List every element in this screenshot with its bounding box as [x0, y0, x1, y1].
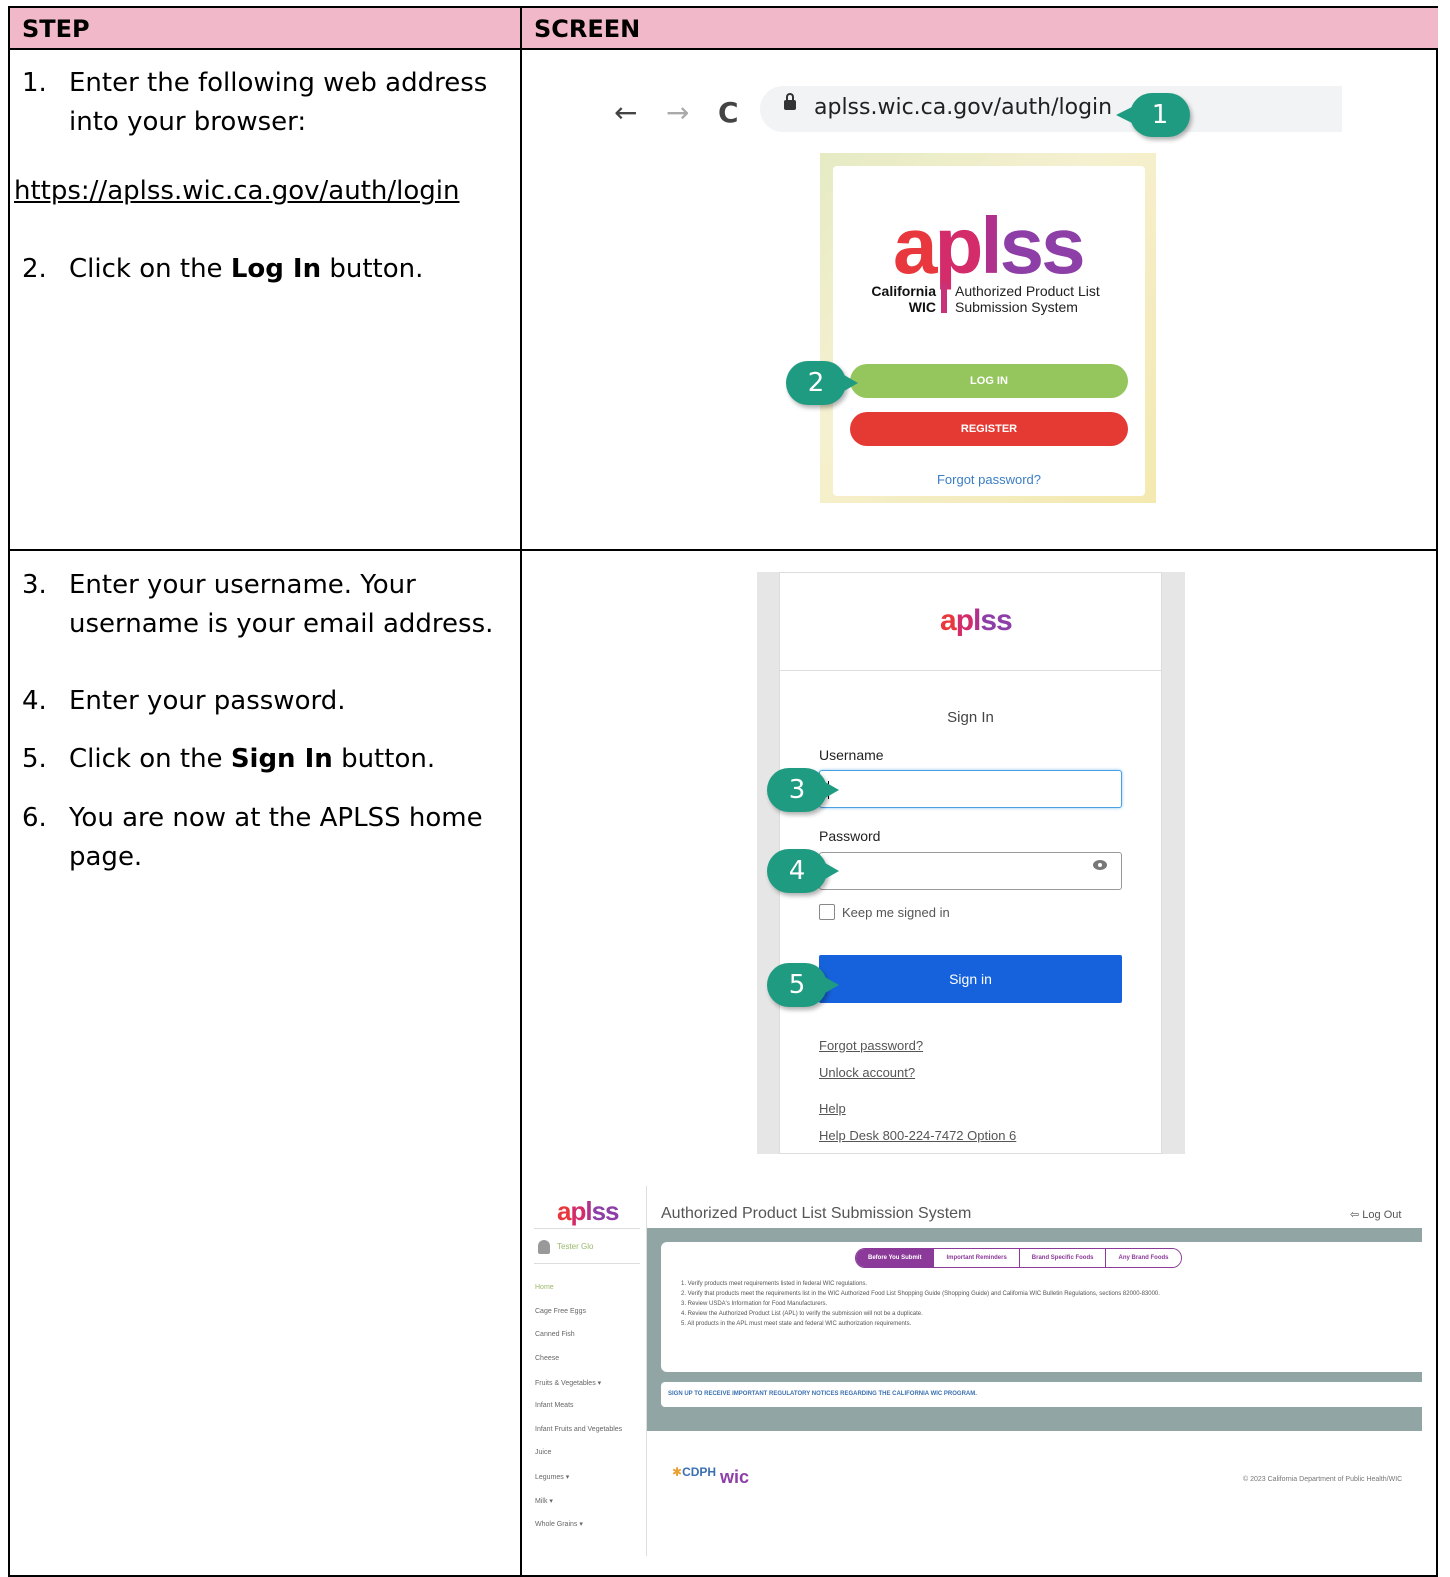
header-step: STEP [10, 8, 520, 50]
california-wic-label: California WIC [871, 283, 936, 315]
home-tabs: Before You Submit Important Reminders Br… [855, 1248, 1182, 1268]
step-1: 1. Enter the following web address into … [22, 68, 488, 137]
sidebar-item-cheese[interactable]: Cheese [535, 1355, 559, 1362]
tab-brand-specific-foods[interactable]: Brand Specific Foods [1018, 1249, 1106, 1267]
username-input[interactable] [819, 770, 1122, 808]
signup-notice-link[interactable]: SIGN UP TO RECEIVE IMPORTANT REGULATORY … [661, 1382, 1422, 1407]
login-url-link[interactable]: https://aplss.wic.ca.gov/auth/login [14, 176, 460, 206]
logo-subtitle: Authorized Product List Submission Syste… [955, 283, 1100, 315]
step-5: 5. Click on the Sign In button. [22, 744, 436, 774]
sidebar-item-infant-fruits-vegetables[interactable]: Infant Fruits and Vegetables [535, 1426, 622, 1433]
tab-before-you-submit[interactable]: Before You Submit [856, 1249, 934, 1267]
callout-4: 4 [767, 849, 839, 893]
sidebar-item-milk[interactable]: Milk ▾ [535, 1497, 553, 1505]
column-divider [520, 50, 522, 1575]
user-name: Tester Glo [557, 1242, 594, 1251]
list-item: 1. Verify products meet requirements lis… [681, 1281, 868, 1287]
home-title: Authorized Product List Submission Syste… [661, 1205, 972, 1222]
sidebar-item-fruits-vegetables[interactable]: Fruits & Vegetables ▾ [535, 1379, 601, 1387]
signin-divider [779, 670, 1162, 671]
okta-forgot-password-link[interactable]: Forgot password? [819, 1038, 923, 1053]
step-4: 4. Enter your password. [22, 686, 346, 716]
sidebar-item-whole-grains[interactable]: Whole Grains ▾ [535, 1520, 583, 1528]
step-2: 2. Click on the Log In button. [22, 254, 424, 284]
step-6: 6. You are now at the APLSS home page. [22, 803, 483, 872]
logout-button[interactable]: ⇦ Log Out [1350, 1208, 1401, 1221]
callout-3: 3 [767, 768, 839, 812]
tab-important-reminders[interactable]: Important Reminders [933, 1249, 1019, 1267]
signin-button[interactable]: Sign in [819, 955, 1122, 1003]
login-button[interactable]: LOG IN [850, 364, 1128, 398]
logo-divider [941, 283, 947, 313]
signin-logo: aplss [940, 604, 1013, 637]
tab-any-brand-foods[interactable]: Any Brand Foods [1105, 1249, 1181, 1267]
callout-2: 2 [786, 361, 858, 405]
sidebar-item-cage-free-eggs[interactable]: Cage Free Eggs [535, 1308, 586, 1315]
sidebar-item-home[interactable]: Home [535, 1284, 554, 1291]
callout-1: 1 [1116, 93, 1190, 137]
header-screen: SCREEN [520, 8, 1438, 50]
forward-arrow-icon[interactable]: → [666, 96, 689, 129]
sidebar-item-infant-meats[interactable]: Infant Meats [535, 1402, 574, 1409]
sidebar-item-juice[interactable]: Juice [535, 1449, 551, 1456]
back-arrow-icon[interactable]: ← [614, 96, 637, 129]
avatar [538, 1240, 550, 1254]
help-desk-link[interactable]: Help Desk 800-224-7472 Option 6 [819, 1128, 1016, 1143]
before-submit-list: 1. Verify products meet requirements lis… [681, 1279, 1381, 1329]
reload-icon[interactable]: C [718, 96, 739, 129]
wic-logo: wic [720, 1467, 750, 1487]
address-url: aplss.wic.ca.gov/auth/login [814, 95, 1113, 120]
eye-icon[interactable] [1093, 860, 1107, 870]
copyright: © 2023 California Department of Public H… [1243, 1476, 1403, 1483]
list-item: 3. Review USDA's Information for Food Ma… [681, 1301, 828, 1307]
password-label: Password [819, 828, 881, 844]
keep-signed-in-label: Keep me signed in [842, 905, 950, 920]
logout-icon: ⇦ [1350, 1209, 1363, 1221]
step-3: 3. Enter your username. Your username is… [22, 570, 494, 639]
signin-title: Sign In [947, 709, 994, 726]
password-input[interactable] [819, 852, 1122, 890]
cdph-logo: ✱CDPH [672, 1465, 717, 1479]
lock-icon [784, 93, 796, 110]
row-divider [10, 549, 1436, 551]
home-logo: aplss [557, 1196, 620, 1226]
sidebar-item-canned-fish[interactable]: Canned Fish [535, 1331, 575, 1338]
username-label: Username [819, 747, 884, 763]
keep-signed-in-checkbox[interactable] [819, 904, 835, 920]
sidebar-item-legumes[interactable]: Legumes ▾ [535, 1473, 569, 1481]
list-item: 5. All products in the APL must meet sta… [681, 1321, 912, 1327]
help-link[interactable]: Help [819, 1101, 846, 1116]
unlock-account-link[interactable]: Unlock account? [819, 1065, 915, 1080]
forgot-password-link[interactable]: Forgot password? [850, 472, 1128, 487]
list-item: 2. Verify that products meet the require… [681, 1291, 1160, 1297]
callout-5: 5 [767, 963, 839, 1007]
aplss-logo: aplss [893, 201, 1086, 290]
list-item: 4. Review the Authorized Product List (A… [681, 1311, 923, 1317]
register-button[interactable]: REGISTER [850, 412, 1128, 446]
